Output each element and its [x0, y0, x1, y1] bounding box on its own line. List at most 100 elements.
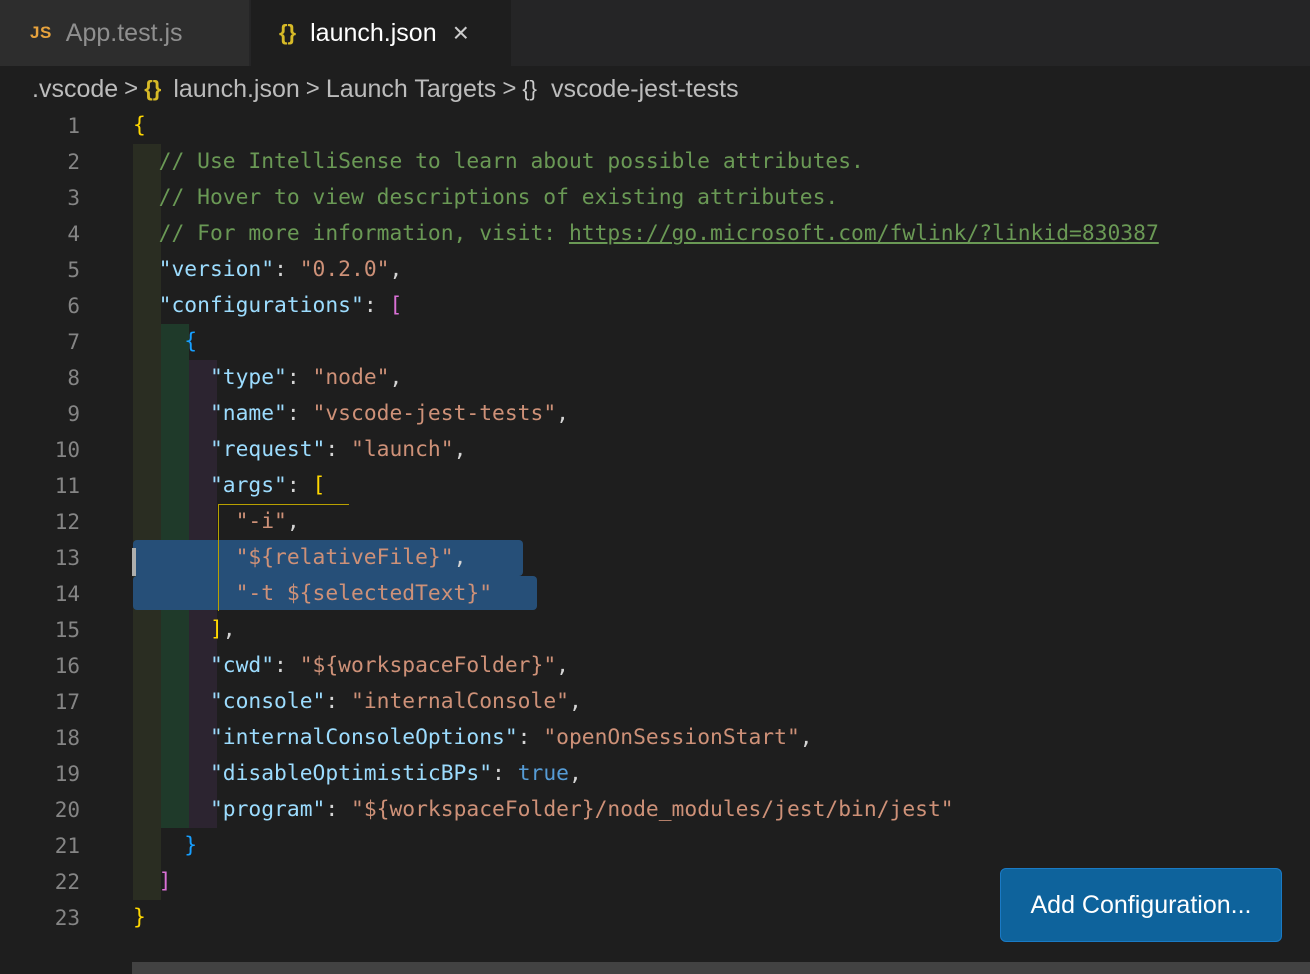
code-editor[interactable]: 1 { 2 // Use IntelliSense to learn about… — [0, 108, 1310, 948]
code-text: { — [133, 108, 146, 144]
code-token: { — [133, 113, 146, 138]
code-token: // Use IntelliSense to learn about possi… — [158, 149, 864, 174]
code-line[interactable]: 10 "request": "launch", — [0, 432, 1310, 468]
code-text: // For more information, visit: https://… — [133, 216, 1159, 252]
code-text: "version": "0.2.0", — [158, 257, 403, 282]
line-number: 15 — [54, 618, 80, 642]
code-line[interactable]: 7 { — [0, 324, 1310, 360]
code-text: "${relativeFile}", — [235, 545, 467, 570]
line-number: 4 — [67, 222, 80, 246]
code-token: "program" — [209, 797, 326, 822]
code-text: ] — [158, 869, 172, 894]
chevron-right-icon: > — [502, 75, 517, 102]
line-number: 16 — [54, 654, 80, 678]
code-line[interactable]: 18 "internalConsoleOptions": "openOnSess… — [0, 720, 1310, 756]
chevron-right-icon: > — [305, 75, 320, 102]
code-line[interactable]: 15 ], — [0, 612, 1310, 648]
line-number: 3 — [67, 186, 80, 210]
code-token: "vscode-jest-tests" — [312, 401, 557, 426]
code-text: // Use IntelliSense to learn about possi… — [133, 144, 864, 180]
code-text: } — [133, 905, 146, 930]
line-number: 18 — [54, 726, 80, 750]
breadcrumb-item[interactable]: vscode-jest-tests — [551, 75, 739, 104]
add-configuration-button[interactable]: Add Configuration... — [1000, 868, 1282, 942]
code-line[interactable]: 13 "${relativeFile}", — [0, 540, 1310, 576]
code-text: ], — [209, 617, 236, 642]
line-number: 23 — [54, 906, 80, 930]
code-line[interactable]: 19 "disableOptimisticBPs": true, — [0, 756, 1310, 792]
code-line[interactable]: 21 } — [0, 828, 1310, 864]
breadcrumb: .vscode > {} launch.json > Launch Target… — [32, 72, 739, 106]
line-number: 10 — [54, 438, 80, 462]
code-text: "name": "vscode-jest-tests", — [209, 401, 569, 426]
code-token: "${workspaceFolder}" — [299, 653, 557, 678]
code-line[interactable]: 16 "cwd": "${workspaceFolder}", — [0, 648, 1310, 684]
code-line[interactable]: 5 "version": "0.2.0", — [0, 252, 1310, 288]
code-token: "console" — [209, 689, 326, 714]
horizontal-scrollbar[interactable] — [132, 962, 1310, 974]
object-icon: {} — [522, 76, 538, 101]
code-text: "type": "node", — [209, 365, 403, 390]
code-line[interactable]: 20 "program": "${workspaceFolder}/node_m… — [0, 792, 1310, 828]
code-text: "-t ${selectedText}" — [133, 576, 492, 612]
line-number: 17 — [54, 690, 80, 714]
code-line[interactable]: 9 "name": "vscode-jest-tests", — [0, 396, 1310, 432]
code-line[interactable]: 14 "-t ${selectedText}" — [0, 576, 1310, 612]
tab-bar: JS App.test.js {} launch.json × — [0, 0, 1310, 66]
line-number: 8 — [67, 366, 80, 390]
tab-launch-json[interactable]: {} launch.json × — [251, 0, 511, 66]
code-line[interactable]: 12 "-i", — [0, 504, 1310, 540]
close-icon[interactable]: × — [453, 19, 469, 47]
code-line[interactable]: 2 // Use IntelliSense to learn about pos… — [0, 144, 1310, 180]
code-token: // For more information, visit: — [158, 221, 569, 246]
code-token: // Hover to view descriptions of existin… — [158, 185, 839, 210]
code-token: "openOnSessionStart" — [543, 725, 800, 750]
code-token: "type" — [209, 365, 287, 390]
code-text: "internalConsoleOptions": "openOnSession… — [209, 725, 813, 750]
code-token: "version" — [158, 257, 275, 282]
code-text: "-i", — [235, 509, 300, 534]
code-token: "launch" — [351, 437, 454, 462]
code-token: "internalConsole" — [351, 689, 569, 714]
code-line[interactable]: 17 "console": "internalConsole", — [0, 684, 1310, 720]
breadcrumb-section[interactable]: Launch Targets — [326, 75, 497, 104]
code-token: https://go.microsoft.com/fwlink/?linkid=… — [568, 221, 1159, 246]
json-file-icon: {} — [279, 20, 297, 45]
code-token: true — [517, 761, 569, 786]
line-number: 5 — [67, 258, 80, 282]
line-number: 11 — [54, 474, 80, 498]
line-number: 6 — [67, 294, 80, 318]
javascript-file-icon: JS — [30, 23, 52, 42]
code-line[interactable]: 4 // For more information, visit: https:… — [0, 216, 1310, 252]
code-line[interactable]: 8 "type": "node", — [0, 360, 1310, 396]
code-token: "${relativeFile}" — [235, 545, 454, 570]
code-text: "cwd": "${workspaceFolder}", — [209, 653, 569, 678]
line-number: 20 — [54, 798, 80, 822]
code-text: "args": [ — [209, 473, 326, 498]
code-line[interactable]: 11 "args": [ — [0, 468, 1310, 504]
code-line[interactable]: 3 // Hover to view descriptions of exist… — [0, 180, 1310, 216]
code-text: } — [184, 833, 198, 858]
code-token: "0.2.0" — [299, 257, 390, 282]
code-line[interactable]: 1 { — [0, 108, 1310, 144]
code-line[interactable]: 6 "configurations": [ — [0, 288, 1310, 324]
code-text: "program": "${workspaceFolder}/node_modu… — [209, 797, 954, 822]
line-number: 13 — [54, 546, 80, 570]
code-text: "disableOptimisticBPs": true, — [209, 761, 582, 786]
line-number: 22 — [54, 870, 80, 894]
code-text: "configurations": [ — [158, 293, 403, 318]
code-token: "-t ${selectedText}" — [235, 581, 493, 606]
line-number: 2 — [67, 150, 80, 174]
breadcrumb-file[interactable]: launch.json — [173, 75, 299, 104]
code-token: "-i" — [235, 509, 287, 534]
breadcrumb-folder[interactable]: .vscode — [32, 75, 118, 104]
code-text: "console": "internalConsole", — [209, 689, 582, 714]
line-number: 21 — [54, 834, 80, 858]
line-number: 12 — [54, 510, 80, 534]
code-text: { — [184, 329, 198, 354]
tab-label: App.test.js — [65, 18, 183, 47]
code-text: // Hover to view descriptions of existin… — [133, 180, 839, 216]
tab-label: launch.json — [310, 18, 437, 47]
line-number: 1 — [67, 114, 80, 138]
tab-app-test-js[interactable]: JS App.test.js — [0, 0, 250, 66]
